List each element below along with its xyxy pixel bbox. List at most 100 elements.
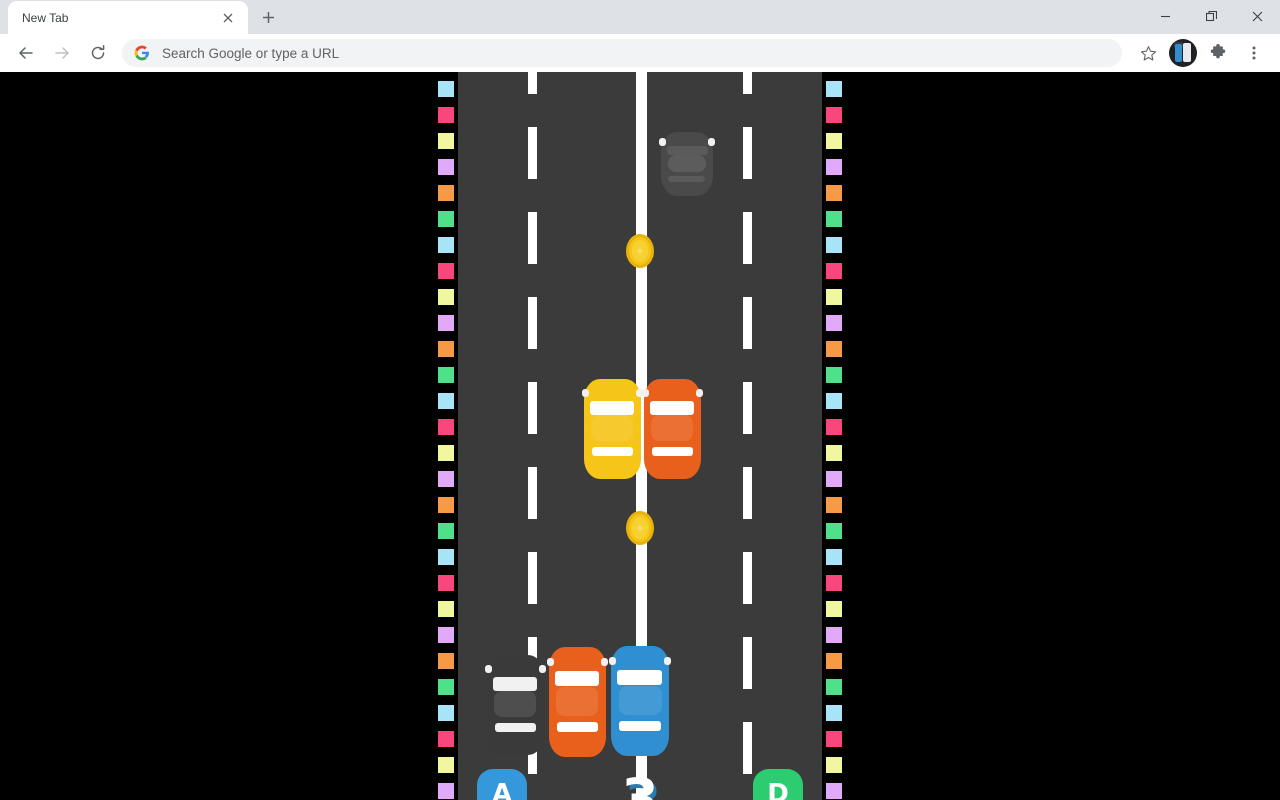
decor-square [438,367,454,383]
decor-square [826,133,842,149]
window-controls [1142,0,1280,32]
coin-inner [632,517,648,539]
lane-dash [743,637,752,689]
forward-arrow-icon[interactable] [47,38,77,68]
control-key-right[interactable]: D [753,769,803,800]
decor-square [826,289,842,305]
tab-new-tab[interactable]: New Tab [8,1,248,34]
decor-square [826,497,842,513]
car-windshield [667,146,708,155]
decor-square [826,601,842,617]
decor-square [826,107,842,123]
car-traffic-orange-low [547,647,608,757]
car-mirror [664,657,671,665]
car-traffic-dark [485,655,546,755]
avatar-body-secondary [1183,43,1191,62]
lane-dash [743,552,752,604]
plus-icon[interactable] [254,3,282,31]
lane-dash [743,722,752,774]
decor-square [438,81,454,97]
decor-square [826,705,842,721]
decor-square [438,653,454,669]
lane-dash [528,382,537,434]
lane-dash [743,72,752,94]
car-mirror [601,658,608,666]
car-roof [619,686,662,715]
decor-square [438,341,454,357]
car-rear-window [668,176,705,182]
car-mirror [642,389,649,397]
puzzle-piece-icon[interactable] [1203,38,1233,68]
search-input[interactable]: Search Google or type a URL [162,46,339,61]
close-icon[interactable] [1234,0,1280,32]
lane-dash [743,467,752,519]
decor-square [438,445,454,461]
car-rear-window [495,723,536,732]
coin-lower [626,511,654,545]
decor-square [438,679,454,695]
car-mirror [547,658,554,666]
decor-square [438,315,454,331]
lane-dash [743,382,752,434]
decor-square [826,627,842,643]
decor-square [826,523,842,539]
decor-square [438,419,454,435]
car-traffic-orange-mid [642,379,703,479]
lane-dash [528,212,537,264]
control-key-left[interactable]: A [477,769,527,800]
decor-square [826,341,842,357]
lane-dash [743,297,752,349]
lane-dash [743,212,752,264]
coin-inner [632,240,648,262]
reload-icon[interactable] [83,38,113,68]
car-mirror [696,389,703,397]
car-windshield [617,670,662,685]
car-mirror [539,665,546,673]
lane-dash [528,72,537,94]
car-windshield [650,401,694,415]
decor-square [826,159,842,175]
decor-square [826,237,842,253]
star-icon[interactable] [1133,38,1163,68]
decor-square [438,757,454,773]
tab-title: New Tab [22,10,69,25]
decor-square [438,705,454,721]
decor-square [826,679,842,695]
back-arrow-icon[interactable] [11,38,41,68]
decor-square [438,627,454,643]
car-mirror [609,657,616,665]
decor-strip-right [826,72,842,800]
decor-square [826,315,842,331]
car-roof [591,415,633,441]
decor-square [826,211,842,227]
car-windshield [493,677,537,691]
coin-star-icon [636,524,644,532]
car-rear-window [652,447,693,456]
close-icon[interactable] [218,8,238,28]
decor-square [438,133,454,149]
car-obstacle-top [659,132,715,196]
decor-square [826,445,842,461]
decor-square [438,185,454,201]
restore-icon[interactable] [1188,0,1234,32]
decor-square [826,367,842,383]
decor-square [438,289,454,305]
decor-square [826,419,842,435]
three-dot-menu-icon[interactable] [1239,38,1269,68]
decor-square [826,757,842,773]
car-rear-window [619,721,661,731]
game-viewport[interactable]: A D 3 [0,72,1280,800]
minimize-icon[interactable] [1142,0,1188,32]
avatar-body [1175,44,1182,62]
coin-star-icon [636,247,644,255]
address-bar[interactable]: Search Google or type a URL [122,39,1122,67]
car-rear-window [557,722,598,732]
lane-dash [743,127,752,179]
car-roof [668,155,706,172]
avatar-icon[interactable] [1169,39,1197,67]
decor-square [826,185,842,201]
car-mirror [708,138,715,146]
lane-dash [528,297,537,349]
car-mirror [582,389,589,397]
decor-square [438,393,454,409]
